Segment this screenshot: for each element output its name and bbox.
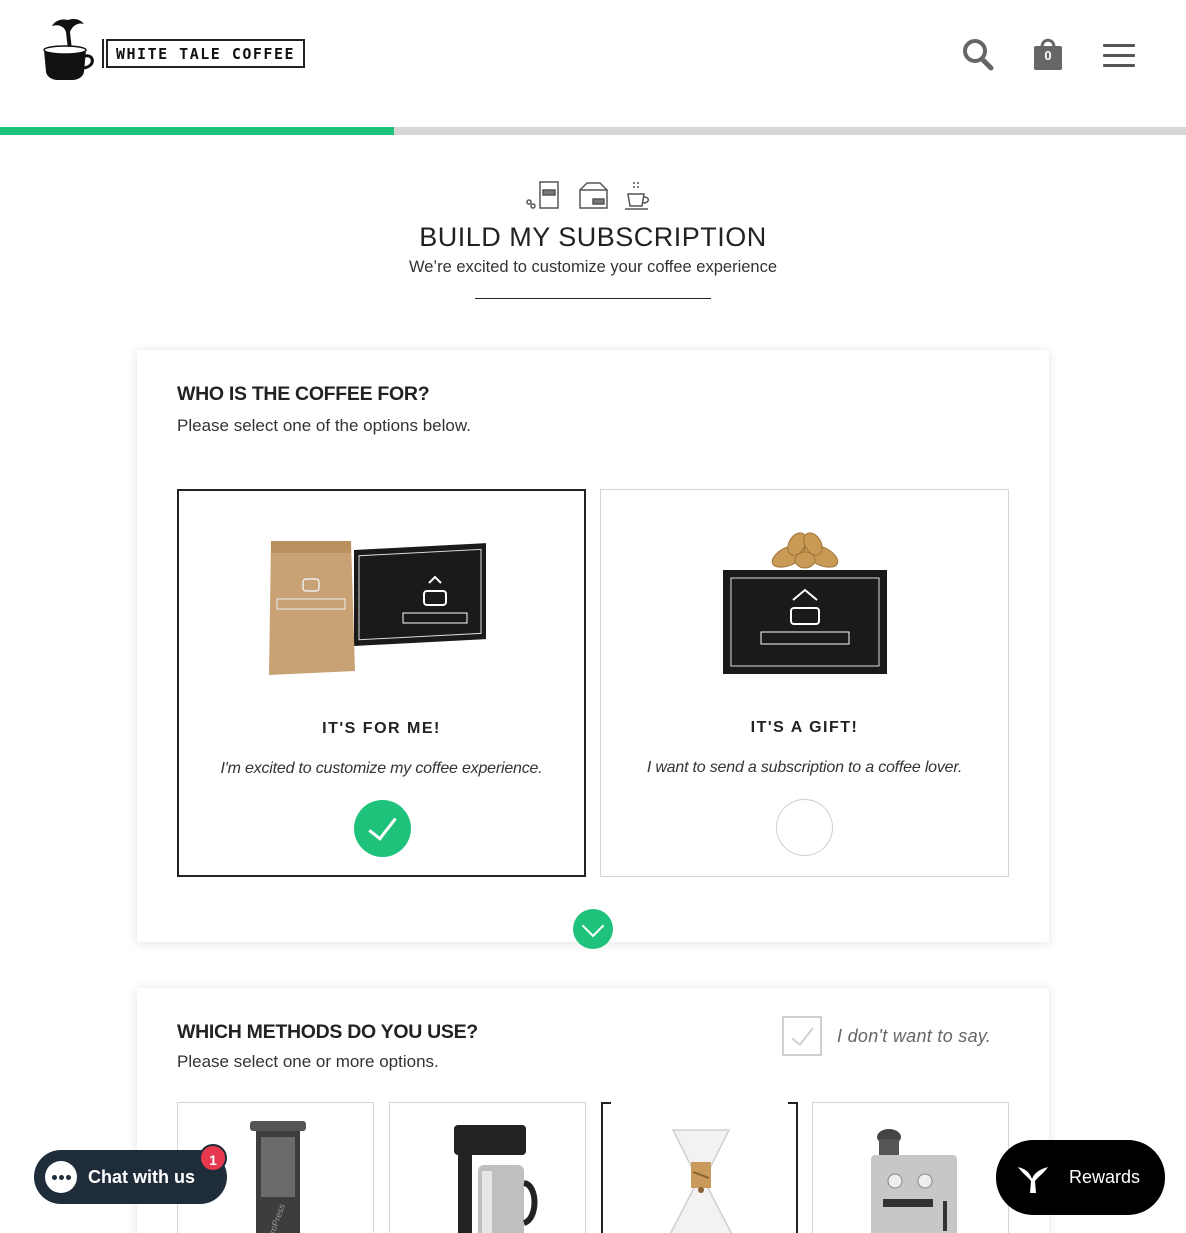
whale-tail-icon	[1018, 1166, 1048, 1193]
recipient-section-title: WHO IS THE COFFEE FOR?	[177, 383, 430, 405]
methods-card: WHICH METHODS DO YOU USE? Please select …	[137, 988, 1049, 1233]
whale-cup-icon	[43, 19, 94, 80]
option-description: I want to send a subscription to a coffe…	[646, 759, 963, 776]
page-title: BUILD MY SUBSCRIPTION	[419, 222, 767, 252]
search-icon	[963, 39, 994, 71]
espresso-machine-icon	[871, 1129, 957, 1233]
progress-bar	[0, 127, 1186, 135]
page-subtitle: We’re excited to customize your coffee e…	[408, 258, 778, 276]
method-drip-brewer[interactable]	[389, 1102, 586, 1233]
coffee-cup-icon	[625, 182, 650, 210]
next-step-chevron-icon[interactable]	[573, 909, 613, 949]
chemex-icon	[669, 1129, 733, 1233]
rewards-label: Rewards	[1069, 1167, 1141, 1187]
progress-fill	[0, 127, 394, 135]
recipient-section-subtitle: Please select one of the options below.	[177, 416, 471, 435]
methods-section-subtitle: Please select one or more options.	[177, 1052, 439, 1071]
opt-out-toggle[interactable]: I don't want to say.	[782, 1016, 991, 1056]
search-button[interactable]	[962, 36, 994, 72]
method-chemex[interactable]	[601, 1102, 798, 1233]
methods-section-title: WHICH METHODS DO YOU USE?	[177, 1021, 478, 1043]
unselected-radio[interactable]	[776, 799, 833, 856]
option-gift[interactable]: IT'S A GIFT! I want to send a subscripti…	[600, 489, 1009, 877]
drip-coffee-maker-icon	[454, 1125, 538, 1233]
opt-out-checkbox[interactable]	[782, 1016, 822, 1056]
coffee-bag-icon	[526, 181, 559, 209]
aeropress-icon: AeroPress	[250, 1121, 306, 1233]
subscription-steps-icon	[526, 181, 650, 210]
option-for-me[interactable]: IT'S FOR ME! I'm excited to customize my…	[177, 489, 586, 877]
chat-bubble-icon	[45, 1161, 77, 1193]
logo[interactable]: WHITE TALE COFFEE	[38, 16, 306, 82]
opt-out-label: I don't want to say.	[837, 1025, 992, 1046]
site-header: WHITE TALE COFFEE 0	[0, 0, 1186, 127]
hamburger-menu-icon[interactable]	[1103, 44, 1135, 68]
chat-label: Chat with us	[88, 1166, 195, 1187]
box-icon	[579, 182, 608, 209]
rewards-button[interactable]: Rewards	[996, 1140, 1165, 1215]
gift-box-image	[723, 532, 887, 674]
selected-checkmark-icon[interactable]	[354, 800, 411, 857]
chat-notification-badge: 1	[199, 1144, 227, 1172]
recipient-card: WHO IS THE COFFEE FOR? Please select one…	[137, 350, 1049, 949]
option-description: I'm excited to customize my coffee exper…	[220, 760, 543, 777]
option-title: IT'S A GIFT!	[750, 719, 859, 736]
option-title: IT'S FOR ME!	[322, 720, 441, 737]
method-espresso[interactable]	[812, 1102, 1009, 1233]
cart-button[interactable]: 0	[1031, 36, 1065, 72]
coffee-bag-and-box-image	[269, 541, 486, 675]
cart-count: 0	[1044, 48, 1052, 63]
title-divider	[475, 298, 711, 299]
logo-wordmark: WHITE TALE COFFEE	[106, 38, 306, 68]
